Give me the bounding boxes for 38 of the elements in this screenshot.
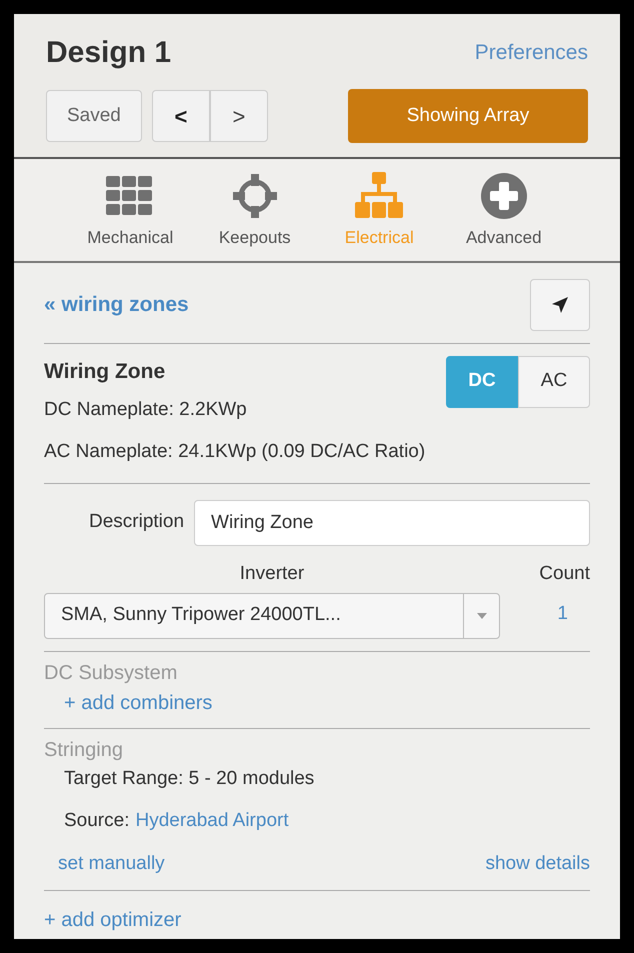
mode-toggle[interactable]: DC [446, 356, 518, 408]
design-title: Design 1 [46, 35, 172, 71]
plus-circle-icon [480, 172, 528, 220]
dc-nameplate: DC Nameplate: 2.2KWp [44, 398, 248, 422]
description-label: Description [89, 510, 184, 534]
tool-tab[interactable]: Electrical [327, 171, 432, 250]
source-link[interactable]: Hyderabad Airport [135, 807, 289, 836]
set-manually-link[interactable]: set manually [58, 850, 165, 878]
showing-array-button[interactable]: Showing Array [348, 89, 588, 143]
add-combiners-link[interactable]: + add combiners [44, 688, 212, 718]
back-button[interactable]: < [152, 90, 210, 142]
saved-button[interactable]: Saved [46, 90, 142, 142]
tool-tab[interactable]: Keepouts [202, 171, 307, 250]
inverter-label: Inverter [240, 562, 304, 586]
wiring-zones-link[interactable]: « wiring zones [44, 288, 189, 320]
forward-button[interactable]: > [210, 90, 268, 142]
show-details-link[interactable]: show details [485, 850, 590, 878]
hierarchy-icon [355, 172, 404, 220]
tool-tab[interactable]: Mechanical [78, 171, 182, 250]
ac-nameplate: AC Nameplate: 24.1KWp (0.09 DC/AC Ratio) [44, 438, 590, 484]
section-title: DC Subsystem [44, 660, 178, 686]
mode-toggle[interactable]: AC [518, 356, 590, 408]
preferences-link[interactable]: Preferences [474, 36, 588, 68]
count-value[interactable]: 1 [557, 600, 568, 628]
inverter-select[interactable]: SMA, Sunny Tripower 24000TL... [44, 592, 500, 638]
zone-title: Wiring Zone [44, 358, 166, 384]
arrow-icon [551, 296, 569, 314]
tool-tab[interactable]: Advanced [452, 171, 556, 250]
add-optimizer-link[interactable]: + add optimizer [44, 909, 182, 931]
crosshair-icon [230, 172, 279, 220]
locate-button[interactable] [530, 278, 590, 330]
caret-icon [476, 612, 486, 618]
source-label: Source: [64, 809, 130, 833]
grid-icon [106, 176, 154, 216]
section-title: Stringing [44, 738, 124, 762]
target-range: Target Range: 5 - 20 modules [63, 766, 316, 790]
description-field[interactable]: Wiring Zone [194, 500, 590, 546]
count-label: Count [539, 562, 590, 586]
